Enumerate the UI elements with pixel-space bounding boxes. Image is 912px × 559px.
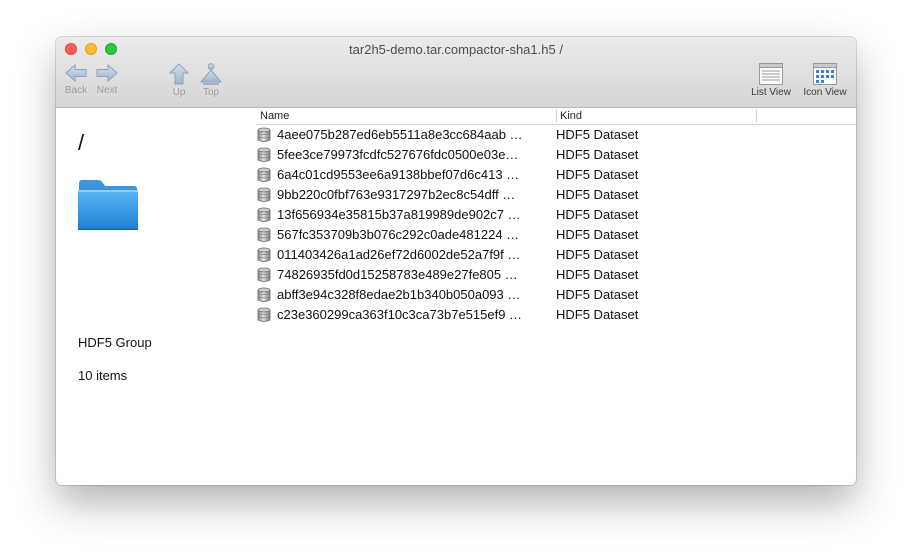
- window-title: tar2h5-demo.tar.compactor-sha1.h5 /: [349, 42, 563, 57]
- list-view-icon: [759, 63, 783, 85]
- item-name: 567fc353709b3b076c292c0ade481224 …: [277, 227, 520, 242]
- top-button[interactable]: Top: [200, 63, 222, 98]
- icon-view-label: Icon View: [803, 87, 847, 98]
- column-divider[interactable]: [756, 110, 757, 122]
- item-name: 74826935fd0d15258783e489e27fe805 …: [277, 267, 518, 282]
- arrow-up-icon: [169, 63, 189, 85]
- dataset-icon: [257, 247, 271, 262]
- list-view-button[interactable]: List View: [748, 63, 794, 98]
- item-name: 4aee075b287ed6eb5511a8e3cc684aab …: [277, 127, 523, 142]
- dataset-icon: [257, 307, 271, 322]
- dataset-icon: [257, 287, 271, 302]
- back-button[interactable]: Back: [64, 63, 88, 96]
- item-name: 13f656934e35815b37a819989de902c7 …: [277, 207, 521, 222]
- item-name: 6a4c01cd9553ee6a9138bbef07d6c413 …: [277, 167, 520, 182]
- item-kind: HDF5 Dataset: [556, 127, 639, 142]
- icon-view-button[interactable]: Icon View: [800, 63, 850, 98]
- column-divider[interactable]: [556, 110, 557, 122]
- item-count: 10 items: [78, 368, 128, 383]
- list-item[interactable]: 9bb220c0fbf763e9317297b2ec8c54dff … HDF5…: [256, 185, 856, 205]
- top-label: Top: [202, 87, 220, 98]
- dataset-icon: [257, 207, 271, 222]
- item-name: 5fee3ce79973fcdfc527676fdc0500e03e…: [277, 147, 519, 162]
- item-kind: HDF5 Dataset: [556, 247, 639, 262]
- back-label: Back: [64, 85, 88, 96]
- list-header: Name Kind: [256, 108, 856, 125]
- top-level-icon: [200, 63, 222, 85]
- list-item[interactable]: abff3e94c328f8edae2b1b340b050a093 … HDF5…: [256, 285, 856, 305]
- item-kind: HDF5 Dataset: [556, 147, 639, 162]
- arrow-left-icon: [65, 63, 87, 83]
- title-bar: tar2h5-demo.tar.compactor-sha1.h5 / Back…: [56, 37, 856, 108]
- list-item[interactable]: 6a4c01cd9553ee6a9138bbef07d6c413 … HDF5 …: [256, 165, 856, 185]
- dataset-icon: [257, 187, 271, 202]
- item-kind: HDF5 Dataset: [556, 167, 639, 182]
- item-kind: HDF5 Dataset: [556, 207, 639, 222]
- group-kind: HDF5 Group: [78, 335, 152, 350]
- info-panel: / HDF5 Group 10 items: [56, 108, 256, 485]
- item-name: c23e360299ca363f10c3ca73b7e515ef9 …: [277, 307, 523, 322]
- dataset-icon: [257, 267, 271, 282]
- list-item[interactable]: 74826935fd0d15258783e489e27fe805 … HDF5 …: [256, 265, 856, 285]
- item-kind: HDF5 Dataset: [556, 187, 639, 202]
- next-label: Next: [96, 85, 118, 96]
- list-view-label: List View: [751, 87, 791, 98]
- icon-view-icon: [813, 63, 837, 85]
- dataset-icon: [257, 167, 271, 182]
- dataset-icon: [257, 127, 271, 142]
- list-item[interactable]: 4aee075b287ed6eb5511a8e3cc684aab … HDF5 …: [256, 125, 856, 145]
- item-kind: HDF5 Dataset: [556, 227, 639, 242]
- up-button[interactable]: Up: [169, 63, 189, 98]
- arrow-right-icon: [96, 63, 118, 83]
- list-item[interactable]: 13f656934e35815b37a819989de902c7 … HDF5 …: [256, 205, 856, 225]
- file-list: Name Kind 4aee075b287ed6eb5511a8e3cc684a…: [256, 108, 856, 485]
- list-item[interactable]: c23e360299ca363f10c3ca73b7e515ef9 … HDF5…: [256, 305, 856, 325]
- dataset-icon: [257, 227, 271, 242]
- item-name: 9bb220c0fbf763e9317297b2ec8c54dff …: [277, 187, 516, 202]
- list-item[interactable]: 567fc353709b3b076c292c0ade481224 … HDF5 …: [256, 225, 856, 245]
- list-item[interactable]: 011403426a1ad26ef72d6002de52a7f9f … HDF5…: [256, 245, 856, 265]
- current-path: /: [78, 130, 85, 155]
- name-column-header[interactable]: Name: [260, 110, 289, 122]
- item-kind: HDF5 Dataset: [556, 267, 639, 282]
- up-label: Up: [172, 87, 186, 98]
- app-window: tar2h5-demo.tar.compactor-sha1.h5 / Back…: [56, 37, 856, 485]
- list-item[interactable]: 5fee3ce79973fcdfc527676fdc0500e03e… HDF5…: [256, 145, 856, 165]
- next-button[interactable]: Next: [95, 63, 119, 96]
- folder-icon: [78, 180, 138, 230]
- item-name: abff3e94c328f8edae2b1b340b050a093 …: [277, 287, 521, 302]
- dataset-icon: [257, 147, 271, 162]
- item-kind: HDF5 Dataset: [556, 307, 639, 322]
- kind-column-header[interactable]: Kind: [560, 110, 582, 122]
- item-name: 011403426a1ad26ef72d6002de52a7f9f …: [277, 247, 521, 262]
- item-kind: HDF5 Dataset: [556, 287, 639, 302]
